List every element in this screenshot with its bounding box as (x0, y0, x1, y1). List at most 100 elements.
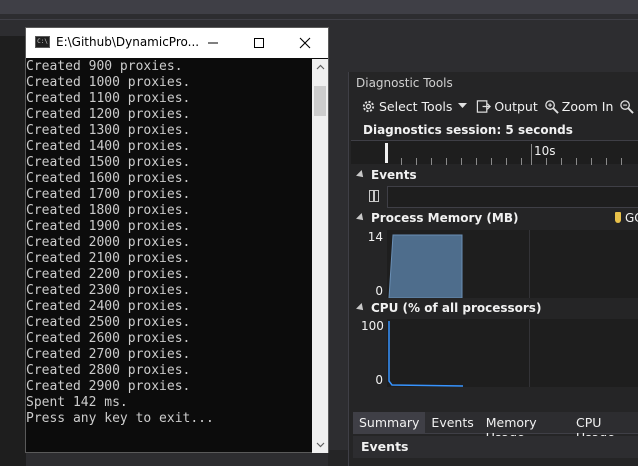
console-line: Created 2600 proxies. (26, 331, 191, 346)
cpu-y-max: 100 (361, 319, 384, 333)
console-line: Created 1600 proxies. (26, 171, 191, 186)
memory-y-max: 14 (367, 230, 383, 244)
cpu-line (388, 321, 464, 387)
console-line: Created 2500 proxies. (26, 315, 191, 330)
panel-title: Diagnostic Tools (356, 76, 453, 90)
console-line: Created 1200 proxies. (26, 107, 191, 122)
tab-summary[interactable]: Summary (353, 412, 426, 433)
output-button[interactable]: Output (476, 98, 538, 114)
ruler-tick (606, 158, 607, 165)
memory-area (388, 234, 463, 298)
events-track[interactable] (387, 186, 638, 208)
ruler-tick (446, 158, 447, 165)
console-output[interactable]: Created 900 proxies. Created 1000 proxies… (26, 59, 312, 453)
memory-y-min: 0 (375, 284, 383, 298)
maximize-icon (254, 38, 264, 48)
collapse-arrow-icon (356, 213, 366, 223)
ruler-tick (476, 158, 477, 165)
gc-legend-label: GC (625, 211, 638, 225)
ruler-major-tick (531, 144, 532, 165)
ruler-tick (491, 158, 492, 165)
ruler-tick (561, 158, 562, 165)
console-line: Spent 142 ms. (26, 395, 128, 410)
ide-title-bar (0, 0, 638, 14)
ruler-tick (521, 158, 522, 165)
console-line: Created 1000 proxies. (26, 75, 191, 90)
events-summary-header: Events (353, 436, 638, 458)
zoom-in-label: Zoom In (561, 98, 614, 114)
diagnostic-tabs: Summary Events Memory Usage CPU Usage (353, 412, 638, 445)
memory-chart[interactable] (387, 230, 638, 298)
console-line: Created 2300 proxies. (26, 283, 191, 298)
ruler-tick (591, 158, 592, 165)
output-label: Output (494, 98, 538, 114)
tab-cpu-usage[interactable]: CPU Usage (570, 412, 638, 445)
collapse-arrow-icon (356, 303, 366, 313)
memory-section-header[interactable]: Process Memory (MB) (356, 211, 519, 225)
console-scrollbar[interactable] (312, 59, 328, 453)
maximize-button[interactable] (236, 28, 282, 58)
ruler-tick (506, 158, 507, 165)
ide-toolbar-strip (0, 14, 638, 20)
diagnostic-toolbar: Select Tools Output Zoom In Z (349, 94, 638, 118)
chevron-down-icon (316, 442, 324, 448)
memory-heading: Process Memory (MB) (371, 211, 519, 225)
console-line: Created 2800 proxies. (26, 363, 191, 378)
console-line: Created 1800 proxies. (26, 203, 191, 218)
session-duration: Diagnostics session: 5 seconds (363, 123, 573, 137)
collapse-arrow-icon (356, 170, 366, 180)
zoom-out-button[interactable]: Z (619, 99, 638, 114)
console-line: Press any key to exit... (26, 411, 214, 426)
cpu-y-min: 0 (375, 373, 383, 387)
pause-icon[interactable] (369, 190, 379, 202)
console-line: Created 900 proxies. (26, 59, 183, 74)
timeline-cursor[interactable] (385, 143, 388, 163)
minimize-button[interactable] (190, 28, 236, 58)
ruler-tick (461, 158, 462, 165)
scroll-down-button[interactable] (312, 437, 328, 453)
cpu-heading: CPU (% of all processors) (371, 301, 542, 315)
console-title: E:\Github\DynamicPro... (56, 35, 200, 49)
zoom-out-icon (619, 99, 635, 114)
close-icon (299, 37, 311, 49)
select-tools-label: Select Tools (379, 98, 453, 114)
output-icon (476, 99, 492, 114)
ruler-tick (621, 158, 622, 165)
ruler-label: 10s (534, 144, 556, 158)
events-section-header[interactable]: Events (356, 168, 417, 182)
select-tools-button[interactable]: Select Tools (361, 99, 470, 114)
minimize-icon (208, 42, 218, 44)
tab-events[interactable]: Events (425, 412, 479, 433)
tab-memory-usage[interactable]: Memory Usage (480, 412, 570, 445)
close-button[interactable] (282, 28, 328, 58)
editor-area (0, 36, 26, 466)
console-line: Created 1300 proxies. (26, 123, 191, 138)
dropdown-arrow-icon (455, 99, 470, 114)
ruler-tick (431, 158, 432, 165)
console-line: Created 1700 proxies. (26, 187, 191, 202)
events-summary-heading: Events (361, 439, 409, 454)
console-line: Created 2000 proxies. (26, 235, 191, 250)
console-window[interactable]: C:\ E:\Github\DynamicPro... Created 900 … (25, 27, 329, 453)
scroll-thumb[interactable] (314, 86, 326, 116)
console-line: Created 2700 proxies. (26, 347, 191, 362)
console-line: Created 1900 proxies. (26, 219, 191, 234)
zoom-in-button[interactable]: Zoom In (544, 98, 614, 114)
cpu-section-header[interactable]: CPU (% of all processors) (356, 301, 542, 315)
scroll-up-button[interactable] (312, 59, 328, 75)
cpu-chart[interactable] (387, 319, 638, 387)
gear-icon (361, 99, 376, 114)
ruler-tick (416, 158, 417, 165)
console-line: Created 2100 proxies. (26, 251, 191, 266)
ruler-tick (401, 158, 402, 165)
console-app-icon: C:\ (35, 36, 50, 48)
diagnostic-tools-panel: Diagnostic Tools Select Tools Output Zoo… (348, 72, 638, 466)
zoom-in-icon (544, 99, 559, 114)
console-line: Created 1400 proxies. (26, 139, 191, 154)
timeline-ruler[interactable]: 10s (351, 140, 638, 165)
ruler-tick (576, 158, 577, 165)
events-heading: Events (371, 168, 417, 182)
console-title-bar[interactable]: C:\ E:\Github\DynamicPro... (26, 28, 328, 58)
console-line: Created 1500 proxies. (26, 155, 191, 170)
console-line: Created 1100 proxies. (26, 91, 191, 106)
